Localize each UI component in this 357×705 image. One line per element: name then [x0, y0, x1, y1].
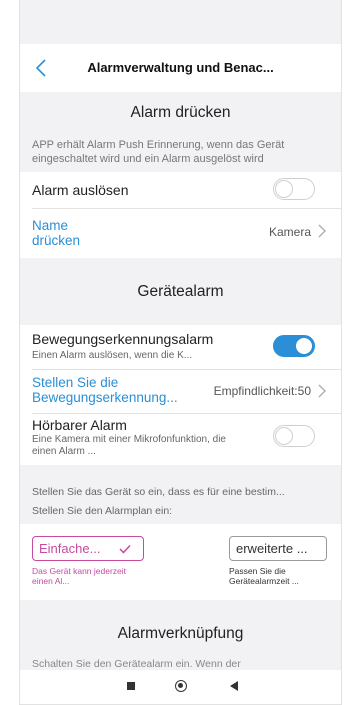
simple-plan-description: Das Gerät kann jederzeit einen Al... [32, 566, 127, 586]
status-bar [20, 0, 341, 42]
alarm-trigger-toggle[interactable] [273, 178, 315, 200]
motion-sensitivity-label: Stellen Sie die Bewegungserkennung... [32, 375, 178, 405]
alarm-trigger-label: Alarm auslösen [32, 182, 129, 198]
audible-alarm-toggle[interactable] [273, 425, 315, 447]
chevron-right-icon [318, 384, 326, 398]
toggle-knob [275, 427, 293, 445]
motion-alarm-sub: Einen Alarm auslösen, wenn die K... [32, 350, 193, 361]
audible-alarm-sub: Eine Kamera mit einer Mikrofonfunktion, … [32, 434, 226, 457]
system-nav-bar [20, 670, 341, 704]
app-screen: Alarmverwaltung und Benac... Alarm drück… [19, 0, 342, 705]
circle-icon-dot [178, 683, 183, 688]
motion-alarm-toggle[interactable] [273, 335, 315, 357]
simple-plan-button[interactable]: Einfache... [32, 536, 144, 561]
alarm-linkage-description: Schalten Sie den Gerätealarm ein. Wenn d… [32, 658, 241, 670]
page-title: Alarmverwaltung und Benac... [87, 60, 274, 75]
section-heading-alarm-linkage: Alarmverknüpfung [117, 625, 244, 642]
section-heading-device-alarm: Gerätealarm [137, 283, 224, 300]
row-audible-alarm: Hörbarer Alarm Eine Kamera mit einer Mik… [20, 413, 341, 465]
advanced-plan-description: Passen Sie die Gerätealarmzeit ... [229, 566, 299, 586]
push-name-value: Kamera [268, 225, 311, 239]
circle-icon[interactable] [175, 680, 187, 692]
motion-alarm-label: Bewegungserkennungsalarm [32, 331, 214, 347]
row-alarm-trigger: Alarm auslösen [20, 172, 341, 208]
schedule-panel: Einfache... erweiterte ... Das Gerät kan… [20, 524, 341, 600]
simple-plan-label: Einfache... [39, 541, 101, 556]
toggle-knob [275, 180, 293, 198]
push-name-label: Name drücken [32, 218, 81, 248]
nav-bar: Alarmverwaltung und Benac... [20, 44, 341, 92]
row-motion-sensitivity[interactable]: Stellen Sie die Bewegungserkennung... Em… [20, 369, 341, 413]
audible-alarm-label: Hörbarer Alarm [32, 417, 127, 433]
advanced-plan-button[interactable]: erweiterte ... [229, 536, 327, 561]
schedule-description: Stellen Sie das Gerät so ein, dass es fü… [32, 486, 285, 498]
row-push-name[interactable]: Name drücken Kamera [20, 208, 341, 258]
divider [32, 208, 341, 209]
schedule-prompt: Stellen Sie den Alarmplan ein: [32, 505, 173, 517]
divider [32, 369, 341, 370]
alarm-press-description: APP erhält Alarm Push Erinnerung, wenn d… [32, 139, 285, 165]
check-icon [119, 544, 131, 554]
section-heading-alarm-press: Alarm drücken [130, 104, 231, 121]
row-motion-alarm: Bewegungserkennungsalarm Einen Alarm aus… [20, 325, 341, 369]
motion-sensitivity-value: Empfindlichkeit:50 [213, 384, 311, 398]
chevron-right-icon [318, 224, 326, 238]
divider [32, 413, 341, 414]
triangle-left-icon[interactable] [230, 681, 239, 691]
square-icon[interactable] [127, 682, 135, 690]
toggle-knob [295, 337, 313, 355]
